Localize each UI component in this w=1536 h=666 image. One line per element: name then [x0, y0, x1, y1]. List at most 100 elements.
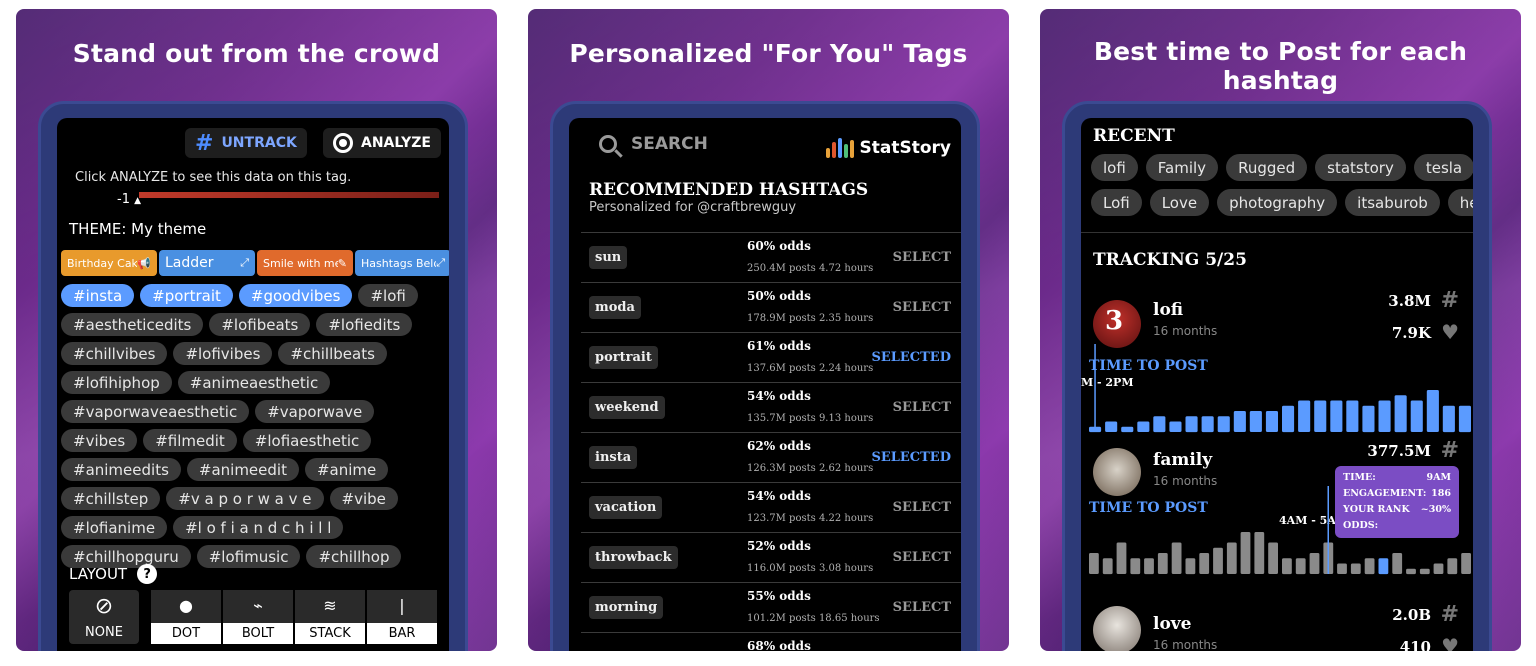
- hashtag-chip[interactable]: #vibes: [61, 429, 138, 452]
- recent-chip[interactable]: tesla: [1413, 154, 1473, 181]
- hashtag-chip[interactable]: #aestheticedits: [61, 313, 204, 336]
- hour-bar[interactable]: [1378, 400, 1391, 433]
- recommended-row[interactable]: weekend 54% odds 135.7M posts 9.13 hours SE…: [581, 382, 961, 432]
- hour-bar[interactable]: [1254, 532, 1265, 574]
- layout-dot-button[interactable]: ● DOT: [151, 590, 221, 644]
- hour-bar[interactable]: [1394, 395, 1407, 433]
- hashtag-chip[interactable]: #chillbeats: [278, 342, 387, 365]
- hour-bar[interactable]: [1268, 542, 1278, 575]
- hour-bar[interactable]: [1199, 553, 1210, 574]
- hashtag-chip[interactable]: #lofiedits: [316, 313, 413, 336]
- hour-bar[interactable]: [1282, 405, 1295, 433]
- hashtag-chip[interactable]: #v a p o r w a v e: [166, 487, 324, 510]
- hour-bar[interactable]: [1265, 411, 1278, 432]
- hashtag-chip[interactable]: #anime: [304, 458, 389, 481]
- recent-chip[interactable]: Love: [1149, 189, 1210, 216]
- recommended-row[interactable]: sun 60% odds 250.4M posts 4.72 hours SELECT: [581, 232, 961, 282]
- tracked-item-love[interactable]: love 16 months 2.0B # 410 ♥: [1081, 602, 1473, 651]
- hour-bar[interactable]: [1185, 416, 1198, 433]
- hour-bar[interactable]: [1105, 421, 1118, 433]
- layout-bolt-button[interactable]: ⌁ BOLT: [223, 590, 293, 644]
- help-icon[interactable]: ?: [137, 564, 158, 584]
- hour-bar[interactable]: [1330, 400, 1343, 433]
- recommended-row[interactable]: throwback 52% odds 116.0M posts 3.08 hours…: [581, 532, 961, 582]
- hashtag-chip[interactable]: #insta: [61, 284, 135, 307]
- recommended-row[interactable]: moda 50% odds 178.9M posts 2.35 hours SELEC…: [581, 282, 961, 332]
- theme-option[interactable]: Ladder ⤢: [159, 250, 255, 276]
- hour-bar[interactable]: [1392, 553, 1403, 574]
- recommended-row[interactable]: vacation 54% odds 123.7M posts 4.22 hours S…: [581, 482, 961, 532]
- hour-bar[interactable]: [1364, 558, 1375, 575]
- hour-bar[interactable]: [1337, 563, 1347, 575]
- hour-bar[interactable]: [1144, 558, 1154, 575]
- theme-option[interactable]: Smile with me ✎: [257, 250, 353, 276]
- hashtag-chip[interactable]: #goodvibes: [238, 284, 353, 307]
- selected-button[interactable]: SELECTED: [871, 450, 951, 465]
- hashtag-chip[interactable]: #chillvibes: [61, 342, 168, 365]
- hour-bar[interactable]: [1130, 558, 1141, 575]
- hashtag-chip[interactable]: #lofivibes: [173, 342, 273, 365]
- hour-bar[interactable]: [1378, 558, 1389, 575]
- hour-bar[interactable]: [1217, 416, 1230, 433]
- recent-chip[interactable]: hello: [1447, 189, 1473, 216]
- hour-bar[interactable]: [1169, 421, 1182, 433]
- theme-option[interactable]: Hashtags Below⤢: [355, 250, 449, 276]
- hashtag-chip[interactable]: #lofi: [358, 284, 418, 307]
- hashtag-chip[interactable]: #animeedit: [186, 458, 299, 481]
- hour-bar[interactable]: [1201, 416, 1214, 433]
- search-button[interactable]: SEARCH: [599, 134, 708, 154]
- hour-bar[interactable]: [1185, 558, 1196, 575]
- recent-chip[interactable]: lofi: [1091, 154, 1138, 181]
- hour-bar[interactable]: [1249, 411, 1262, 432]
- hour-bar[interactable]: [1282, 558, 1292, 575]
- hashtag-chip[interactable]: #lofibeats: [209, 313, 311, 336]
- hashtag-chip[interactable]: #filmedit: [143, 429, 237, 452]
- layout-bar-button[interactable]: | BAR: [367, 590, 437, 644]
- recent-chip[interactable]: Rugged: [1226, 154, 1308, 181]
- hashtag-chip[interactable]: #animeedits: [61, 458, 181, 481]
- select-button[interactable]: SELECT: [893, 250, 951, 265]
- untrack-button[interactable]: # UNTRACK: [185, 128, 307, 158]
- hashtag-chip[interactable]: #chillhop: [306, 545, 402, 568]
- tracked-item-lofi[interactable]: 3 lofi 16 months 3.8M # 7.9K ♥ TIME TO P…: [1081, 288, 1473, 438]
- hashtag-chip[interactable]: #lofiaesthetic: [242, 429, 372, 452]
- hour-bar[interactable]: [1442, 405, 1455, 433]
- analyze-button[interactable]: ANALYZE: [323, 128, 441, 158]
- recent-chip[interactable]: photography: [1217, 189, 1338, 216]
- recent-chip[interactable]: statstory: [1315, 154, 1406, 181]
- hour-bar[interactable]: [1226, 542, 1237, 575]
- hour-bar[interactable]: [1121, 426, 1134, 433]
- hour-bar[interactable]: [1458, 405, 1471, 433]
- hour-bar[interactable]: [1447, 558, 1458, 575]
- hour-bar[interactable]: [1433, 563, 1444, 575]
- hashtag-chip[interactable]: #vibe: [329, 487, 398, 510]
- hour-bar[interactable]: [1240, 532, 1251, 574]
- hour-bar[interactable]: [1350, 563, 1361, 575]
- hour-bar[interactable]: [1298, 400, 1311, 433]
- recent-chip[interactable]: itsaburob: [1345, 189, 1440, 216]
- hour-bar[interactable]: [1406, 568, 1416, 575]
- hashtag-chip[interactable]: #lofianime: [61, 516, 168, 539]
- selected-button[interactable]: SELECTED: [871, 350, 951, 365]
- hour-bar[interactable]: [1102, 558, 1113, 575]
- hour-bar[interactable]: [1362, 405, 1375, 433]
- recommended-row[interactable]: 68% odds: [581, 632, 961, 651]
- recommended-row[interactable]: portrait 61% odds 137.6M posts 2.24 hours S…: [581, 332, 961, 382]
- hashtag-chip[interactable]: #lofimusic: [196, 545, 301, 568]
- tracked-item-family[interactable]: family 16 months 377.5M # TIME TO POST 4…: [1081, 438, 1473, 598]
- hour-bar[interactable]: [1346, 400, 1359, 433]
- hour-bar[interactable]: [1213, 547, 1223, 575]
- layout-none-button[interactable]: ⊘ NONE: [69, 590, 139, 644]
- hour-bar[interactable]: [1153, 416, 1166, 433]
- hour-bar[interactable]: [1314, 400, 1327, 433]
- hashtag-chip[interactable]: #chillstep: [61, 487, 161, 510]
- hour-bar[interactable]: [1233, 411, 1246, 432]
- hashtag-chip[interactable]: #portrait: [140, 284, 233, 307]
- hour-bar[interactable]: [1426, 390, 1439, 432]
- hour-bar[interactable]: [1157, 553, 1168, 574]
- hour-bar[interactable]: [1309, 553, 1320, 574]
- hour-bar[interactable]: [1171, 542, 1182, 575]
- hashtag-chip[interactable]: #l o f i a n d c h i l l: [173, 516, 344, 539]
- select-button[interactable]: SELECT: [893, 300, 951, 315]
- recommended-row[interactable]: insta 62% odds 126.3M posts 2.62 hours SELE…: [581, 432, 961, 482]
